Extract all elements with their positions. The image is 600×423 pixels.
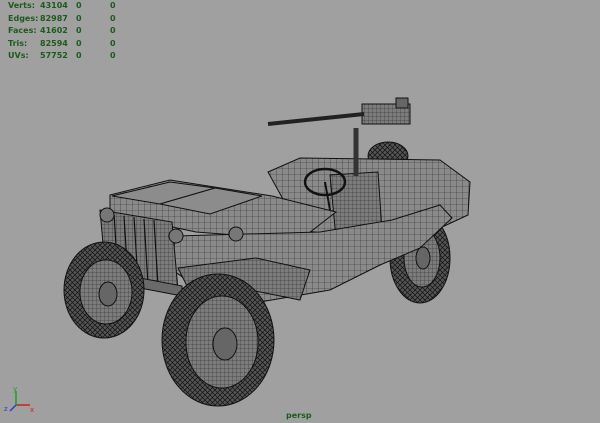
hud-total: 82594 [40,38,68,48]
gun-barrel [267,112,365,126]
hud-label: UVs: [8,51,29,61]
hud-component: 0 [110,26,116,36]
hud-selected: 0 [76,1,82,10]
hud-row-edges: Edges: 82987 0 0 [8,13,130,26]
camera-label: persp [286,411,312,420]
headlight-right [168,228,184,244]
jeep-wireframe-model[interactable] [0,0,600,423]
hud-row-tris: Tris: 82594 0 0 [8,38,130,51]
hud-row-uvs: UVs: 57752 0 0 [8,50,130,63]
heads-up-display: Verts: 43104 0 0 Edges: 82987 0 0 Faces:… [8,0,130,63]
hud-total: 82987 [40,13,68,23]
axis-x-label: x [30,406,34,414]
hud-component: 0 [110,51,116,61]
hud-row-faces: Faces: 41602 0 0 [8,25,130,38]
hud-component: 0 [110,13,116,23]
axis-z-label: z [4,405,8,413]
hud-total: 57752 [40,51,68,61]
headlight-left [99,207,115,223]
hud-row-verts: Verts: 43104 0 0 [8,0,130,13]
viewport-persp[interactable]: Verts: 43104 0 0 Edges: 82987 0 0 Faces:… [0,0,600,423]
hud-total: 43104 [40,1,68,10]
hud-label: Edges: [8,13,39,23]
hud-label: Faces: [8,26,37,36]
hud-label: Tris: [8,38,28,48]
hud-selected: 0 [76,26,82,36]
hud-total: 41602 [40,26,68,36]
hud-selected: 0 [76,51,82,61]
hud-component: 0 [110,1,116,10]
hud-selected: 0 [76,13,82,23]
hud-label: Verts: [8,1,35,10]
view-axis-icon: x y z [4,385,34,414]
hud-component: 0 [110,38,116,48]
hud-selected: 0 [76,38,82,48]
axis-y-label: y [13,385,17,393]
